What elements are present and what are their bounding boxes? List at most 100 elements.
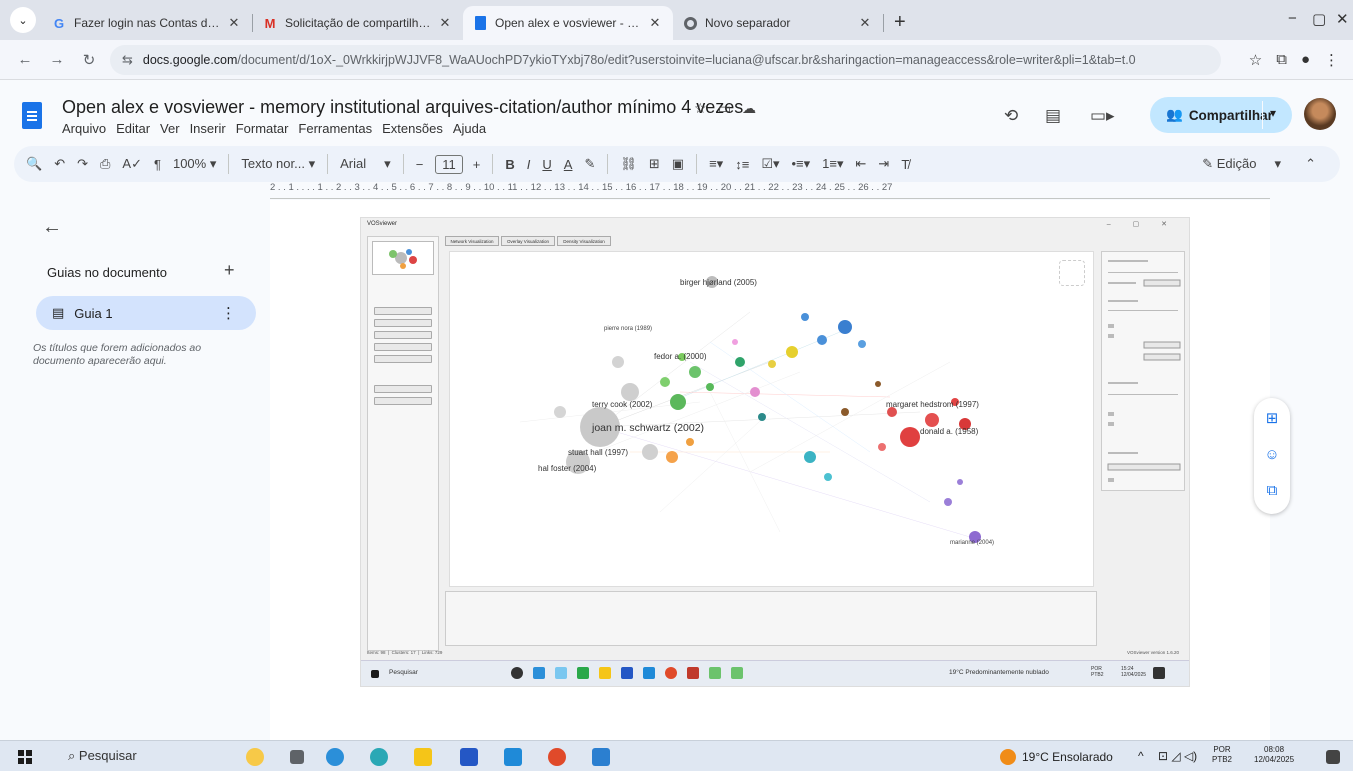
close-outline-arrow-icon[interactable]: ← bbox=[42, 216, 62, 239]
collapse-menus-icon[interactable]: ⌃ bbox=[1305, 156, 1316, 172]
add-comment-icon[interactable]: ⊞ bbox=[649, 156, 660, 172]
chevron-down-icon[interactable]: ▾ bbox=[1270, 106, 1276, 120]
browser-tab-gmail[interactable]: M Solicitação de compartilhamen ✕ bbox=[253, 6, 463, 40]
bookmark-star-icon[interactable]: ☆ bbox=[1249, 51, 1262, 69]
file-explorer-icon[interactable] bbox=[414, 748, 432, 766]
search-menus-icon[interactable]: 🔍 bbox=[26, 156, 42, 172]
new-tab-plus-icon[interactable]: + bbox=[894, 11, 906, 34]
menu-formatar[interactable]: Formatar bbox=[236, 121, 289, 136]
vos-button[interactable] bbox=[374, 343, 432, 351]
taskbar-search[interactable]: ⌕ Pesquisar bbox=[68, 748, 137, 764]
comments-icon[interactable]: ▤ bbox=[1045, 106, 1061, 126]
tab-search-icon[interactable]: ⌄ bbox=[10, 7, 36, 33]
browser-tab-new[interactable]: Novo separador ✕ bbox=[673, 6, 883, 40]
browser-menu-icon[interactable]: ⋮ bbox=[1324, 51, 1339, 69]
chrome-icon[interactable] bbox=[548, 748, 566, 766]
align-icon[interactable]: ≡▾ bbox=[709, 156, 723, 172]
close-icon[interactable]: ✕ bbox=[647, 15, 663, 31]
tab-network-visualization[interactable]: Network Visualization bbox=[445, 236, 499, 246]
avatar[interactable] bbox=[1304, 98, 1336, 130]
site-info-icon[interactable]: ⇆ bbox=[122, 52, 133, 68]
bold-icon[interactable]: B bbox=[505, 157, 514, 172]
tab-overlay-visualization[interactable]: Overlay Visualization bbox=[501, 236, 555, 246]
link-icon[interactable]: ⛓ bbox=[620, 156, 637, 172]
italic-icon[interactable]: I bbox=[527, 157, 531, 172]
emoji-reaction-icon[interactable]: ☺ bbox=[1263, 446, 1281, 464]
insert-image-icon[interactable]: ▣ bbox=[672, 156, 684, 172]
network-map[interactable]: birger hjørland (2005) joan m. schwartz … bbox=[449, 251, 1094, 587]
menu-ver[interactable]: Ver bbox=[160, 121, 180, 136]
taskbar-weather[interactable]: 19°C Ensolarado bbox=[1022, 750, 1113, 764]
move-folder-icon[interactable]: ▭ bbox=[718, 100, 731, 117]
task-view-icon[interactable] bbox=[290, 750, 304, 764]
decrease-indent-icon[interactable]: ⇤ bbox=[856, 156, 867, 172]
close-icon[interactable]: ✕ bbox=[437, 15, 453, 31]
store-icon[interactable] bbox=[460, 748, 478, 766]
highlight-icon[interactable]: ✎ bbox=[584, 156, 595, 172]
menu-ferramentas[interactable]: Ferramentas bbox=[298, 121, 372, 136]
vos-button[interactable] bbox=[374, 331, 432, 339]
bulleted-list-icon[interactable]: •≡▾ bbox=[792, 156, 811, 172]
font-select[interactable]: Arial ▾ bbox=[340, 156, 391, 172]
share-button[interactable]: 👥 Compartilhar ▾ bbox=[1150, 97, 1292, 133]
vos-button[interactable] bbox=[374, 385, 432, 393]
windows-start-icon[interactable] bbox=[18, 750, 32, 764]
increase-font-icon[interactable]: + bbox=[473, 157, 481, 172]
taskbar-clock[interactable]: 08:08 12/04/2025 bbox=[1254, 745, 1294, 765]
close-icon[interactable]: ✕ bbox=[226, 15, 242, 31]
vos-button[interactable] bbox=[374, 397, 432, 405]
close-window-icon[interactable]: ✕ bbox=[1336, 10, 1349, 28]
zoom-select[interactable]: 100% ▾ bbox=[173, 156, 216, 172]
guide-item[interactable]: ▤ Guia 1 ⋮ bbox=[36, 296, 256, 330]
forward-arrow-icon[interactable]: → bbox=[46, 51, 68, 68]
paint-format-icon[interactable]: ¶ bbox=[154, 157, 161, 172]
browser-tab-docs[interactable]: Open alex e vosviewer - memo ✕ bbox=[463, 6, 673, 40]
app-icon[interactable] bbox=[326, 748, 344, 766]
line-spacing-icon[interactable]: ↕≡ bbox=[735, 157, 749, 172]
numbered-list-icon[interactable]: 1≡▾ bbox=[822, 156, 843, 172]
maximize-icon[interactable]: ▢ bbox=[1312, 10, 1326, 28]
add-comment-icon[interactable]: ⊞ bbox=[1263, 410, 1281, 428]
increase-indent-icon[interactable]: ⇥ bbox=[878, 156, 889, 172]
browser-tab-google-login[interactable]: G Fazer login nas Contas do Goo ✕ bbox=[42, 6, 252, 40]
clear-formatting-icon[interactable]: T̸ bbox=[901, 157, 909, 172]
meet-icon[interactable]: ▭▸ bbox=[1090, 106, 1115, 126]
more-options-icon[interactable]: ⋮ bbox=[221, 304, 236, 322]
font-size-input[interactable]: 11 bbox=[435, 154, 463, 174]
taskbar-language[interactable]: POR PTB2 bbox=[1212, 745, 1232, 765]
history-icon[interactable]: ⟲ bbox=[1004, 106, 1018, 126]
vos-button[interactable] bbox=[374, 307, 432, 315]
redo-icon[interactable]: ↷ bbox=[77, 156, 88, 172]
zoom-control-icon[interactable] bbox=[1059, 260, 1085, 286]
tab-density-visualization[interactable]: Density Visualization bbox=[557, 236, 611, 246]
docs-logo-icon[interactable] bbox=[22, 102, 42, 129]
app-icon[interactable] bbox=[592, 748, 610, 766]
text-color-icon[interactable]: A bbox=[564, 157, 573, 172]
back-arrow-icon[interactable]: ← bbox=[14, 51, 36, 68]
decrease-font-icon[interactable]: − bbox=[416, 157, 424, 172]
vos-button[interactable] bbox=[374, 355, 432, 363]
minimize-icon[interactable]: − bbox=[1288, 10, 1297, 27]
edge-icon[interactable] bbox=[370, 748, 388, 766]
menu-ajuda[interactable]: Ajuda bbox=[453, 121, 486, 136]
print-icon[interactable]: ⎙ bbox=[100, 156, 110, 172]
add-guide-plus-icon[interactable]: + bbox=[224, 260, 235, 281]
undo-icon[interactable]: ↶ bbox=[54, 156, 65, 172]
tray-system-icons[interactable]: ⊡ ◿ ◁) bbox=[1158, 749, 1197, 763]
underline-icon[interactable]: U bbox=[542, 157, 551, 172]
checklist-icon[interactable]: ☑▾ bbox=[761, 156, 779, 172]
profile-icon[interactable]: ● bbox=[1301, 51, 1310, 68]
extensions-icon[interactable]: ⧉ bbox=[1276, 51, 1287, 68]
editing-mode-select[interactable]: ✎ Edição ▾ bbox=[1202, 156, 1281, 172]
menu-arquivo[interactable]: Arquivo bbox=[62, 121, 106, 136]
url-field[interactable]: ⇆ docs.google.com /document/d/1oX-_0Wrkk… bbox=[110, 44, 1221, 75]
style-select[interactable]: Texto nor... ▾ bbox=[241, 156, 315, 172]
menu-editar[interactable]: Editar bbox=[116, 121, 150, 136]
tray-chevron-up-icon[interactable]: ^ bbox=[1138, 749, 1144, 763]
star-icon[interactable]: ☆ bbox=[694, 100, 707, 117]
notifications-icon[interactable] bbox=[1326, 750, 1340, 764]
menu-inserir[interactable]: Inserir bbox=[190, 121, 226, 136]
reload-icon[interactable]: ↻ bbox=[78, 51, 100, 69]
embedded-vosviewer-screenshot[interactable]: VOSviewer – ▢ ✕ Network Visualization Ov… bbox=[360, 217, 1190, 687]
close-icon[interactable]: ✕ bbox=[857, 15, 873, 31]
